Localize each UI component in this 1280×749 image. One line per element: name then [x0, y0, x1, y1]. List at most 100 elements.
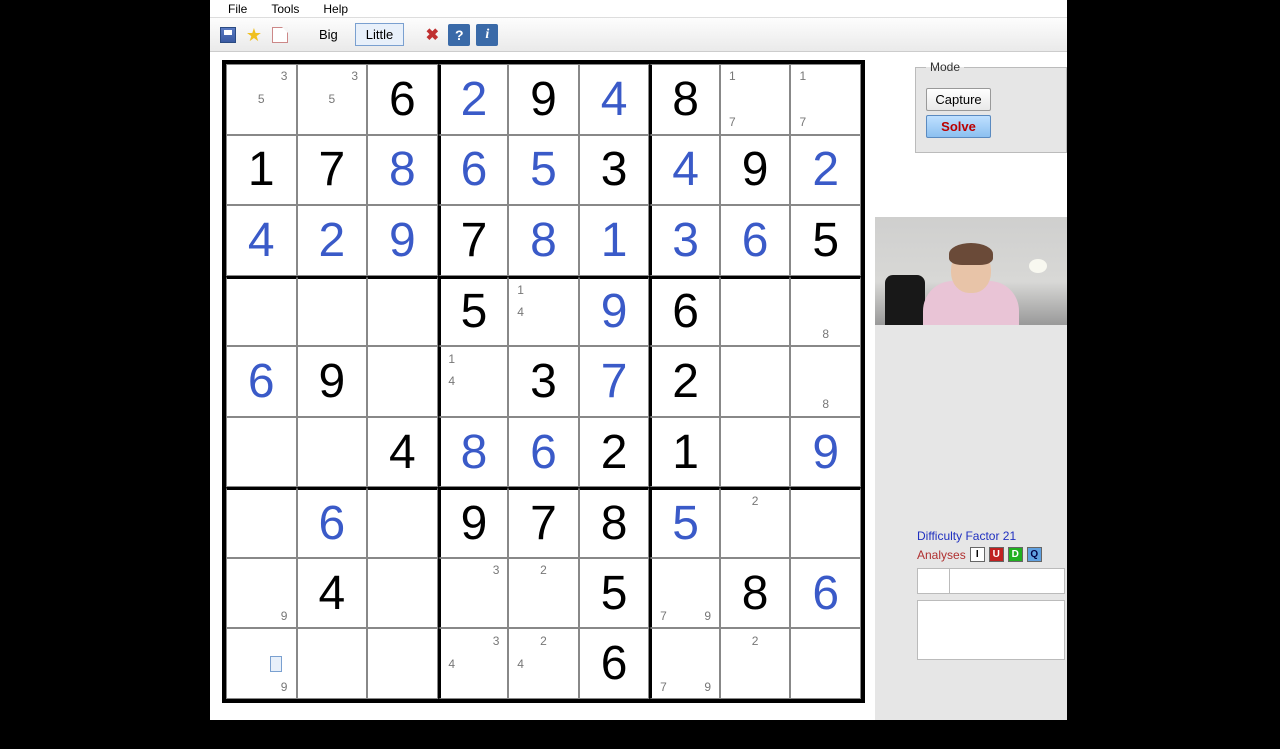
- cell-r1c2[interactable]: 35: [297, 64, 368, 135]
- capture-button[interactable]: Capture: [926, 88, 991, 111]
- cell-r1c9[interactable]: 17: [790, 64, 861, 135]
- little-button[interactable]: Little: [355, 23, 404, 46]
- menu-help[interactable]: Help: [323, 2, 348, 16]
- analysis-Q-button[interactable]: Q: [1027, 547, 1042, 562]
- cell-r2c2[interactable]: 7: [297, 135, 368, 206]
- cell-r5c2[interactable]: 9: [297, 346, 368, 417]
- delete-icon[interactable]: ✖: [422, 25, 442, 45]
- cell-r7c2[interactable]: 6: [297, 487, 368, 558]
- cell-r5c9[interactable]: 8: [790, 346, 861, 417]
- cell-r2c1[interactable]: 1: [226, 135, 297, 206]
- star-icon[interactable]: ★: [244, 25, 264, 45]
- cell-r6c7[interactable]: 1: [649, 417, 720, 488]
- cell-r3c7[interactable]: 3: [649, 205, 720, 276]
- cell-r6c3[interactable]: 4: [367, 417, 438, 488]
- cell-r5c1[interactable]: 6: [226, 346, 297, 417]
- cell-r2c5[interactable]: 5: [508, 135, 579, 206]
- cell-r3c9[interactable]: 5: [790, 205, 861, 276]
- analysis-U-button[interactable]: U: [989, 547, 1004, 562]
- cell-r1c6[interactable]: 4: [579, 64, 650, 135]
- save-icon[interactable]: [218, 25, 238, 45]
- cell-r5c7[interactable]: 2: [649, 346, 720, 417]
- cell-r7c1[interactable]: [226, 487, 297, 558]
- cell-r7c6[interactable]: 8: [579, 487, 650, 558]
- cell-r8c1[interactable]: 9: [226, 558, 297, 629]
- cell-r9c2[interactable]: [297, 628, 368, 699]
- cell-r7c7[interactable]: 5: [649, 487, 720, 558]
- cell-r4c5[interactable]: 14: [508, 276, 579, 347]
- cell-r7c3[interactable]: [367, 487, 438, 558]
- cell-r2c6[interactable]: 3: [579, 135, 650, 206]
- cell-r8c4[interactable]: 3: [438, 558, 509, 629]
- cell-r6c9[interactable]: 9: [790, 417, 861, 488]
- analysis-I-button[interactable]: I: [970, 547, 985, 562]
- cell-r5c6[interactable]: 7: [579, 346, 650, 417]
- cell-r8c9[interactable]: 6: [790, 558, 861, 629]
- menu-tools[interactable]: Tools: [271, 2, 299, 16]
- cell-r6c2[interactable]: [297, 417, 368, 488]
- cell-r5c5[interactable]: 3: [508, 346, 579, 417]
- menu-file[interactable]: File: [228, 2, 247, 16]
- cell-r4c2[interactable]: [297, 276, 368, 347]
- cell-r2c7[interactable]: 4: [649, 135, 720, 206]
- cell-r4c1[interactable]: [226, 276, 297, 347]
- cell-r7c9[interactable]: [790, 487, 861, 558]
- cell-r6c6[interactable]: 2: [579, 417, 650, 488]
- cell-r9c5[interactable]: 24: [508, 628, 579, 699]
- cell-r9c9[interactable]: [790, 628, 861, 699]
- cell-r9c3[interactable]: [367, 628, 438, 699]
- cell-r8c2[interactable]: 4: [297, 558, 368, 629]
- cell-r7c4[interactable]: 9: [438, 487, 509, 558]
- solve-button[interactable]: Solve: [926, 115, 991, 138]
- cell-r8c5[interactable]: 2: [508, 558, 579, 629]
- cell-r4c9[interactable]: 8: [790, 276, 861, 347]
- cell-r8c7[interactable]: 79: [649, 558, 720, 629]
- cell-r2c9[interactable]: 2: [790, 135, 861, 206]
- cell-r6c4[interactable]: 8: [438, 417, 509, 488]
- cell-r6c5[interactable]: 6: [508, 417, 579, 488]
- cell-r8c6[interactable]: 5: [579, 558, 650, 629]
- cell-r5c4[interactable]: 14: [438, 346, 509, 417]
- new-page-icon[interactable]: [270, 25, 290, 45]
- cell-r9c6[interactable]: 6: [579, 628, 650, 699]
- cell-r2c8[interactable]: 9: [720, 135, 791, 206]
- cell-r3c5[interactable]: 8: [508, 205, 579, 276]
- big-button[interactable]: Big: [308, 23, 349, 46]
- cell-r2c4[interactable]: 6: [438, 135, 509, 206]
- cell-r6c8[interactable]: [720, 417, 791, 488]
- cell-r4c7[interactable]: 6: [649, 276, 720, 347]
- analysis-D-button[interactable]: D: [1008, 547, 1023, 562]
- cell-r3c2[interactable]: 2: [297, 205, 368, 276]
- cell-r7c8[interactable]: 2: [720, 487, 791, 558]
- cell-r9c4[interactable]: 34: [438, 628, 509, 699]
- cell-r5c8[interactable]: [720, 346, 791, 417]
- cell-value: 1: [672, 425, 699, 480]
- cell-r3c1[interactable]: 4: [226, 205, 297, 276]
- cell-r9c8[interactable]: 2: [720, 628, 791, 699]
- cell-r1c8[interactable]: 17: [720, 64, 791, 135]
- cell-r9c7[interactable]: 79: [649, 628, 720, 699]
- cell-r1c7[interactable]: 8: [649, 64, 720, 135]
- cell-r1c1[interactable]: 35: [226, 64, 297, 135]
- cell-r1c4[interactable]: 2: [438, 64, 509, 135]
- cell-r8c3[interactable]: [367, 558, 438, 629]
- cell-r3c6[interactable]: 1: [579, 205, 650, 276]
- cell-r2c3[interactable]: 8: [367, 135, 438, 206]
- info-button[interactable]: i: [476, 24, 498, 46]
- help-button[interactable]: ?: [448, 24, 470, 46]
- cell-r5c3[interactable]: [367, 346, 438, 417]
- cell-r4c4[interactable]: 5: [438, 276, 509, 347]
- cell-r8c8[interactable]: 8: [720, 558, 791, 629]
- cell-r1c3[interactable]: 6: [367, 64, 438, 135]
- cell-r7c5[interactable]: 7: [508, 487, 579, 558]
- cell-r4c6[interactable]: 9: [579, 276, 650, 347]
- cell-r4c3[interactable]: [367, 276, 438, 347]
- cell-r3c3[interactable]: 9: [367, 205, 438, 276]
- cell-r9c1[interactable]: 9: [226, 628, 297, 699]
- cell-r6c1[interactable]: [226, 417, 297, 488]
- cell-r3c8[interactable]: 6: [720, 205, 791, 276]
- cell-r3c4[interactable]: 7: [438, 205, 509, 276]
- sudoku-grid[interactable]: 3535629481717178653492429781365514968691…: [222, 60, 865, 703]
- cell-r1c5[interactable]: 9: [508, 64, 579, 135]
- cell-r4c8[interactable]: [720, 276, 791, 347]
